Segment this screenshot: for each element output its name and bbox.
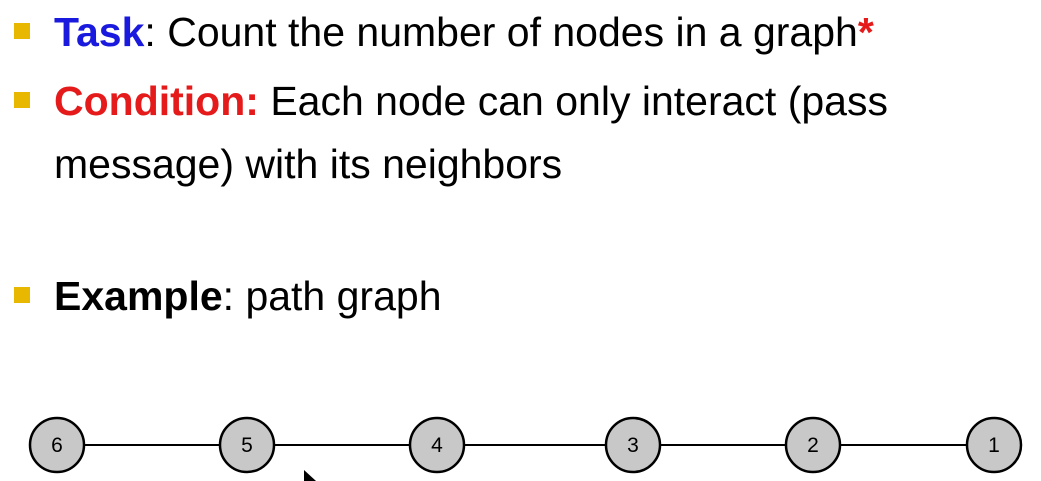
condition-text-line2: message) with its neighbors [54,141,563,187]
bullet-marker [14,92,30,108]
task-line: Task: Count the number of nodes in a gra… [54,8,874,56]
graph-node: 3 [604,416,662,474]
graph-node-label: 2 [807,434,819,457]
graph-node-label: 1 [988,434,1000,457]
condition-text-line1: Each node can only interact (pass [258,78,888,124]
graph-node-label: 3 [627,434,639,457]
graph-node-label: 5 [241,434,253,457]
mouse-cursor-icon [304,470,316,481]
task-text: : Count the number of nodes in a graph [144,9,858,55]
graph-node: 5 [218,416,276,474]
task-keyword: Task [54,9,145,55]
condition-keyword: Condition: [54,78,259,124]
bullet-marker [14,287,30,303]
example-line: Example: path graph [54,272,442,320]
graph-node: 4 [408,416,466,474]
condition-line: Condition: Each node can only interact (… [54,77,888,125]
path-graph: 6 5 4 3 2 1 [28,416,1023,474]
bullet-marker [14,23,30,39]
graph-node: 1 [965,416,1023,474]
example-keyword: Example [54,273,223,319]
graph-node-label: 4 [431,434,443,457]
example-text: : path graph [222,273,442,319]
graph-node-label: 6 [51,434,63,457]
graph-node: 6 [28,416,86,474]
task-asterisk: * [857,9,874,55]
graph-node: 2 [784,416,842,474]
condition-continuation: message) with its neighbors [54,140,562,188]
